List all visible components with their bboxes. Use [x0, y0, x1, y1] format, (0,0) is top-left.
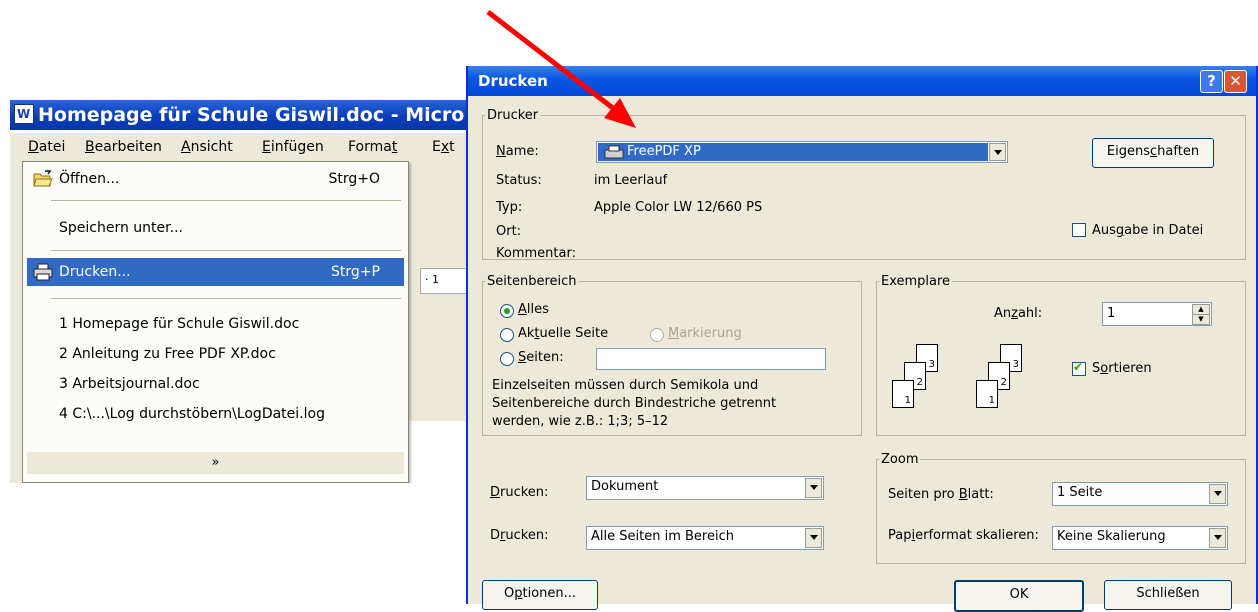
collate-pages-icon: 3 2 1: [974, 344, 1034, 412]
close-button[interactable]: Schließen: [1104, 580, 1232, 610]
pages-per-sheet-value: 1 Seite: [1057, 485, 1103, 500]
range-hint-line: Einzelseiten müssen durch Semikola und: [492, 378, 759, 393]
menu-separator: [51, 200, 401, 201]
print-select[interactable]: Alle Seiten im Bereich: [586, 526, 824, 550]
range-all-label: Alles: [518, 302, 549, 317]
chevron-down-icon[interactable]: [805, 478, 822, 498]
printer-type-label: Typ:: [496, 200, 523, 215]
scale-label: Papierformat skalieren:: [888, 528, 1039, 543]
word-document-icon: [14, 100, 34, 129]
file-menu-dropdown: Öffnen... Strg+O Speichern unter... Druc…: [22, 161, 409, 483]
menu-separator: [51, 250, 401, 251]
collate-checkbox[interactable]: [1072, 360, 1086, 376]
menu-item-save-as[interactable]: Speichern unter...: [27, 214, 404, 242]
menu-item-save-as-label: Speichern unter...: [59, 220, 183, 236]
toolbar-edge: [10, 161, 22, 483]
copies-count-label: Anzahl:: [994, 306, 1043, 321]
printer-icon: [33, 263, 53, 281]
printer-name-select[interactable]: FreePDF XP: [596, 141, 1008, 163]
range-hint-line: werden, wie z.B.: 1;3; 5–12: [492, 414, 669, 429]
printer-location-label: Ort:: [496, 224, 522, 239]
menu-extras[interactable]: Ext: [432, 139, 455, 155]
print-to-file-label: Ausgabe in Datei: [1092, 223, 1204, 238]
print-what-select[interactable]: Dokument: [586, 476, 824, 500]
collate-label: Sortieren: [1092, 361, 1152, 376]
range-pages-radio[interactable]: [500, 352, 514, 366]
word-title-bar: Homepage für Schule Giswil.doc - Micro: [10, 100, 470, 130]
printer-icon: [604, 145, 624, 159]
print-what-value: Dokument: [591, 479, 659, 494]
menu-item-print-shortcut: Strg+P: [331, 264, 380, 280]
collate-pages-icon: 3 2 1: [890, 344, 950, 412]
chevron-down-icon[interactable]: [1209, 484, 1226, 504]
range-selection-label: Markierung: [668, 326, 742, 341]
menu-ansicht[interactable]: Ansicht: [181, 139, 233, 155]
word-window: Homepage für Schule Giswil.doc - Micro D…: [10, 88, 470, 483]
scale-value: Keine Skalierung: [1057, 529, 1166, 544]
range-pages-label: Seiten:: [518, 350, 564, 365]
printer-name-value: FreePDF XP: [627, 144, 701, 159]
range-current-radio[interactable]: [500, 328, 514, 342]
print-what-label: Drucken:: [490, 485, 549, 500]
open-folder-icon: [33, 170, 53, 187]
menu-item-print[interactable]: Drucken... Strg+P: [27, 258, 404, 286]
print-label: Drucken:: [490, 528, 549, 543]
recent-file-label: 3 Arbeitsjournal.doc: [59, 376, 200, 392]
menu-bearbeiten[interactable]: Bearbeiten: [85, 139, 162, 155]
print-dialog: Drucken ? ✕ Drucker Name: FreePDF XP Eig…: [466, 66, 1258, 612]
chevron-down-icon[interactable]: [989, 143, 1006, 161]
word-title-text: Homepage für Schule Giswil.doc - Micro: [38, 104, 465, 126]
recent-file-label: 1 Homepage für Schule Giswil.doc: [59, 316, 300, 332]
close-icon[interactable]: ✕: [1224, 70, 1247, 93]
range-current-label: Aktuelle Seite: [518, 326, 609, 341]
pages-per-sheet-label: Seiten pro Blatt:: [888, 487, 994, 502]
scale-select[interactable]: Keine Skalierung: [1052, 526, 1228, 550]
ruler-mark: · 1: [425, 273, 439, 286]
printer-comment-label: Kommentar:: [496, 246, 576, 261]
chevron-down-icon[interactable]: [1209, 528, 1226, 548]
printer-status-label: Status:: [496, 173, 542, 188]
menu-separator: [51, 298, 401, 299]
printer-name-label: Name:: [496, 144, 539, 159]
menu-item-open-shortcut: Strg+O: [328, 171, 380, 187]
menu-item-open-label: Öffnen...: [59, 171, 120, 187]
properties-button[interactable]: Eigenschaften: [1092, 138, 1214, 168]
page-range-legend: Seitenbereich: [487, 274, 577, 289]
recent-file-item[interactable]: 2 Anleitung zu Free PDF XP.doc: [27, 340, 404, 368]
expand-menu-chevron-icon[interactable]: »: [27, 452, 404, 474]
recent-file-item[interactable]: 1 Homepage für Schule Giswil.doc: [27, 310, 404, 338]
pages-input[interactable]: [596, 348, 826, 370]
chevron-down-icon[interactable]: [805, 528, 822, 548]
zoom-legend: Zoom: [881, 452, 919, 467]
dialog-title-bar: Drucken ? ✕: [468, 66, 1256, 96]
range-selection-radio[interactable]: [650, 328, 664, 342]
menu-datei[interactable]: Datei: [28, 139, 65, 155]
menu-einfuegen[interactable]: Einfügen: [262, 139, 324, 155]
menu-item-open[interactable]: Öffnen... Strg+O: [27, 165, 404, 193]
copies-legend: Exemplare: [881, 274, 951, 289]
pages-per-sheet-select[interactable]: 1 Seite: [1052, 482, 1228, 506]
word-menu-bar: Datei Bearbeiten Ansicht Einfügen Format…: [10, 133, 470, 162]
options-button[interactable]: Optionen...: [482, 580, 598, 610]
print-to-file-checkbox[interactable]: [1072, 223, 1086, 237]
help-button[interactable]: ?: [1200, 70, 1223, 93]
recent-file-item[interactable]: 3 Arbeitsjournal.doc: [27, 370, 404, 398]
range-all-radio[interactable]: [500, 304, 514, 318]
recent-file-label: 4 C:\...\Log durchstöbern\LogDatei.log: [59, 406, 325, 422]
recent-file-label: 2 Anleitung zu Free PDF XP.doc: [59, 346, 276, 362]
copies-count-value: 1: [1107, 306, 1116, 321]
printer-type-value: Apple Color LW 12/660 PS: [594, 200, 763, 215]
spin-down-icon[interactable]: ▼: [1192, 314, 1210, 325]
menu-format[interactable]: Format: [348, 139, 397, 155]
recent-file-item[interactable]: 4 C:\...\Log durchstöbern\LogDatei.log: [27, 400, 404, 428]
range-hint-line: Seitenbereiche durch Bindestriche getren…: [492, 396, 777, 411]
printer-status-value: im Leerlauf: [594, 173, 668, 188]
ok-button[interactable]: OK: [954, 580, 1084, 612]
menu-item-print-label: Drucken...: [59, 264, 131, 280]
copies-count-spinner[interactable]: 1 ▲ ▼: [1102, 302, 1212, 326]
ruler: · 1: [420, 268, 470, 294]
printer-group-legend: Drucker: [487, 108, 539, 123]
dialog-title: Drucken: [478, 72, 548, 90]
print-value: Alle Seiten im Bereich: [591, 529, 734, 544]
